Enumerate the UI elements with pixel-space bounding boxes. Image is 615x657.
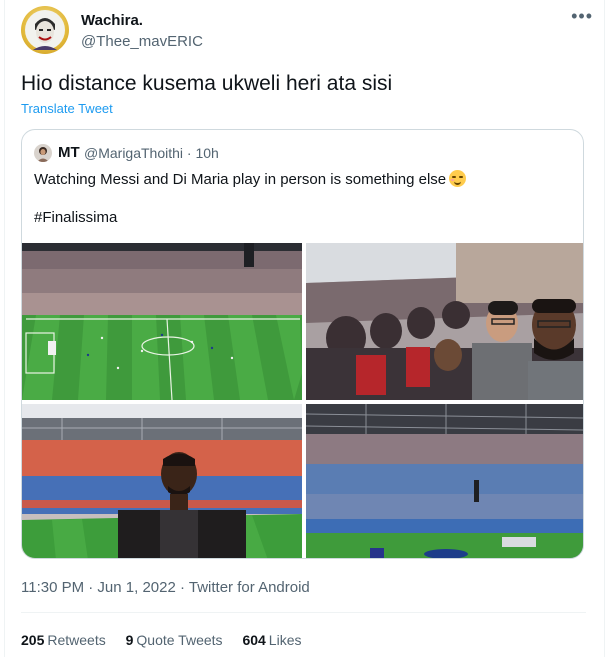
retweets-label: Retweets: [47, 632, 106, 648]
quote-tweets-label: Quote Tweets: [136, 632, 223, 648]
likes-count: 604: [242, 632, 266, 648]
retweets-count: 205: [21, 632, 45, 648]
quoted-author-avatar: [34, 144, 52, 162]
quoted-tweet-card[interactable]: MT @MarigaThoithi · 10h Watching Messi a…: [21, 129, 584, 559]
tweet-timestamp[interactable]: 11:30 PM · Jun 1, 2022 · Twitter for And…: [21, 579, 310, 596]
smiling-face-emoji-icon: [449, 170, 467, 187]
author-name[interactable]: Wachira.: [81, 12, 143, 29]
quote-tweets-count: 9: [125, 632, 134, 648]
quoted-text-content: Watching Messi and Di Maria play in pers…: [34, 171, 447, 188]
crowd-selfie-photo[interactable]: [306, 243, 583, 400]
likes-stat[interactable]: 604 Likes: [242, 632, 301, 648]
tweet-text: Hio distance kusema ukweli heri ata sisi: [21, 72, 393, 95]
retweets-stat[interactable]: 205 Retweets: [21, 632, 106, 648]
stadium-pitch-photo[interactable]: [22, 243, 302, 400]
quoted-tweet-text: Watching Messi and Di Maria play in pers…: [34, 170, 467, 190]
person-at-stadium-photo[interactable]: [22, 404, 302, 558]
translate-tweet-link[interactable]: Translate Tweet: [21, 101, 113, 116]
author-handle[interactable]: @Thee_mavERIC: [81, 33, 203, 50]
quote-tweets-stat[interactable]: 9 Quote Tweets: [126, 632, 223, 648]
quoted-author-name: MT: [58, 144, 80, 161]
tweet-stats: 205 Retweets 9 Quote Tweets 604 Likes: [21, 632, 317, 648]
photo-grid: [22, 243, 583, 558]
tweet-header: Wachira. @Thee_mavERIC •••: [21, 6, 593, 58]
frame-border-right: [604, 0, 605, 657]
stats-divider: [21, 612, 586, 613]
stadium-wide-photo[interactable]: [306, 404, 583, 558]
more-horizontal-icon[interactable]: •••: [571, 7, 593, 25]
author-avatar[interactable]: [21, 6, 69, 54]
quoted-hashtag[interactable]: #Finalissima: [34, 209, 117, 226]
likes-label: Likes: [268, 632, 302, 648]
quoted-author-meta: @MarigaThoithi · 10h: [84, 145, 219, 161]
frame-border-left: [4, 0, 5, 657]
